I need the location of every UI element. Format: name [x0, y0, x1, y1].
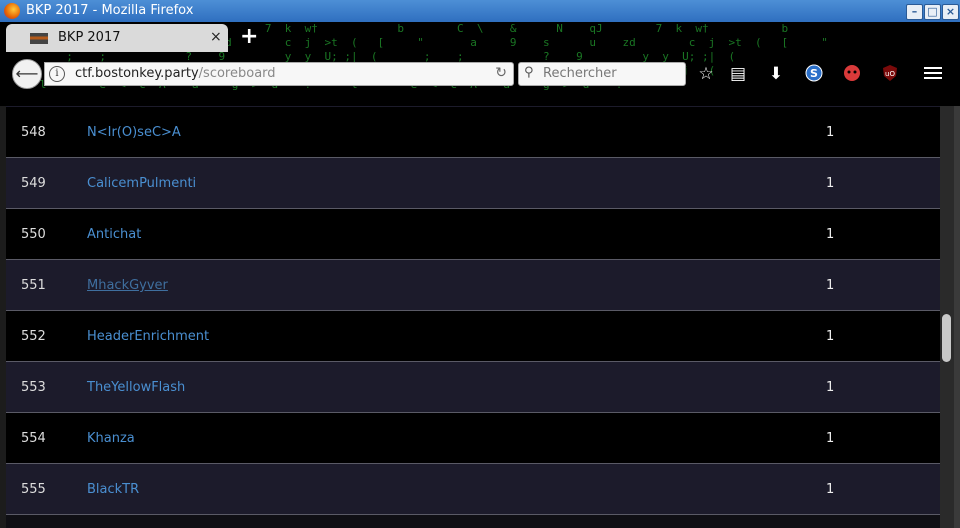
- download-icon[interactable]: ⬇: [766, 64, 786, 84]
- table-row: 548 N<Ir(O)seC>A 1: [6, 107, 940, 158]
- team-link[interactable]: N<Ir(O)seC>A: [87, 125, 181, 140]
- scoreboard-page: 548 N<Ir(O)seC>A 1 549 CalicemPulmenti 1 550 An…: [6, 106, 940, 528]
- search-icon: ⚲: [524, 65, 534, 80]
- table-row: 554 Khanza 1: [6, 413, 940, 464]
- tab-title: BKP 2017: [58, 30, 121, 45]
- score-cell: 1: [826, 380, 835, 395]
- page-scrollbar[interactable]: [940, 106, 954, 528]
- url-bar[interactable]: i ctf.bostonkey.party/scoreboard ↻: [44, 62, 514, 86]
- score-cell: 1: [826, 278, 835, 293]
- maximize-button[interactable]: □: [924, 4, 941, 20]
- addon-red-icon[interactable]: [842, 64, 862, 84]
- tab-close-icon[interactable]: ×: [210, 29, 222, 45]
- score-cell: 1: [826, 176, 835, 191]
- score-cell: 1: [826, 482, 835, 497]
- navigation-bar: ⟵ i ctf.bostonkey.party/scoreboard ↻ ⚲ R…: [0, 56, 960, 90]
- score-cell: 1: [826, 125, 835, 140]
- score-cell: 1: [826, 329, 835, 344]
- window-title: BKP 2017 - Mozilla Firefox: [26, 3, 194, 18]
- star-icon[interactable]: ☆: [696, 64, 716, 84]
- team-link[interactable]: Antichat: [87, 227, 141, 242]
- rank-cell: 553: [21, 380, 46, 395]
- search-input[interactable]: ⚲ Rechercher: [518, 62, 686, 86]
- table-row: 549 CalicemPulmenti 1: [6, 158, 940, 209]
- new-tab-button[interactable]: +: [240, 26, 258, 48]
- team-link[interactable]: HeaderEnrichment: [87, 329, 209, 344]
- svg-text:S: S: [810, 67, 818, 80]
- site-favicon-icon: [30, 33, 48, 44]
- back-button[interactable]: ⟵: [12, 59, 42, 89]
- ublock-icon[interactable]: uO: [880, 64, 900, 84]
- score-cell: 1: [826, 227, 835, 242]
- browser-chrome: b C \ & N qJ 7 k w† b C \ & N qJ 7 k w† …: [0, 22, 960, 106]
- rank-cell: 549: [21, 176, 46, 191]
- close-window-button[interactable]: ×: [942, 4, 959, 20]
- team-link[interactable]: CalicemPulmenti: [87, 176, 196, 191]
- table-row: 555 BlackTR 1: [6, 464, 940, 515]
- window-edge: [954, 106, 960, 528]
- table-row: 552 HeaderEnrichment 1: [6, 311, 940, 362]
- rank-cell: 550: [21, 227, 46, 242]
- reading-list-icon[interactable]: ▤: [728, 64, 748, 84]
- site-info-icon[interactable]: i: [49, 66, 65, 82]
- table-row: 553 TheYellowFlash 1: [6, 362, 940, 413]
- tab-bkp-2017[interactable]: BKP 2017 ×: [6, 24, 228, 52]
- menu-icon[interactable]: [924, 64, 942, 82]
- rank-cell: 552: [21, 329, 46, 344]
- svg-text:uO: uO: [885, 70, 895, 78]
- rank-cell: 555: [21, 482, 46, 497]
- s-extension-icon[interactable]: S: [804, 64, 824, 84]
- url-path: /scoreboard: [198, 66, 276, 81]
- team-link[interactable]: TheYellowFlash: [87, 380, 185, 395]
- team-link[interactable]: Khanza: [87, 431, 135, 446]
- firefox-logo-icon: [4, 3, 20, 19]
- window-titlebar: BKP 2017 - Mozilla Firefox – □ ×: [0, 0, 960, 22]
- url-domain: ctf.bostonkey.party: [75, 66, 199, 81]
- reload-icon[interactable]: ↻: [495, 65, 507, 81]
- minimize-button[interactable]: –: [906, 4, 923, 20]
- team-link[interactable]: BlackTR: [87, 482, 139, 497]
- table-row: 550 Antichat 1: [6, 209, 940, 260]
- team-link[interactable]: MhackGyver: [87, 278, 168, 293]
- rank-cell: 551: [21, 278, 46, 293]
- table-row: 551 MhackGyver 1: [6, 260, 940, 311]
- rank-cell: 554: [21, 431, 46, 446]
- scrollbar-thumb[interactable]: [942, 314, 951, 362]
- search-placeholder: Rechercher: [543, 66, 617, 81]
- rank-cell: 548: [21, 125, 46, 140]
- url-text[interactable]: ctf.bostonkey.party/scoreboard: [75, 66, 276, 81]
- score-cell: 1: [826, 431, 835, 446]
